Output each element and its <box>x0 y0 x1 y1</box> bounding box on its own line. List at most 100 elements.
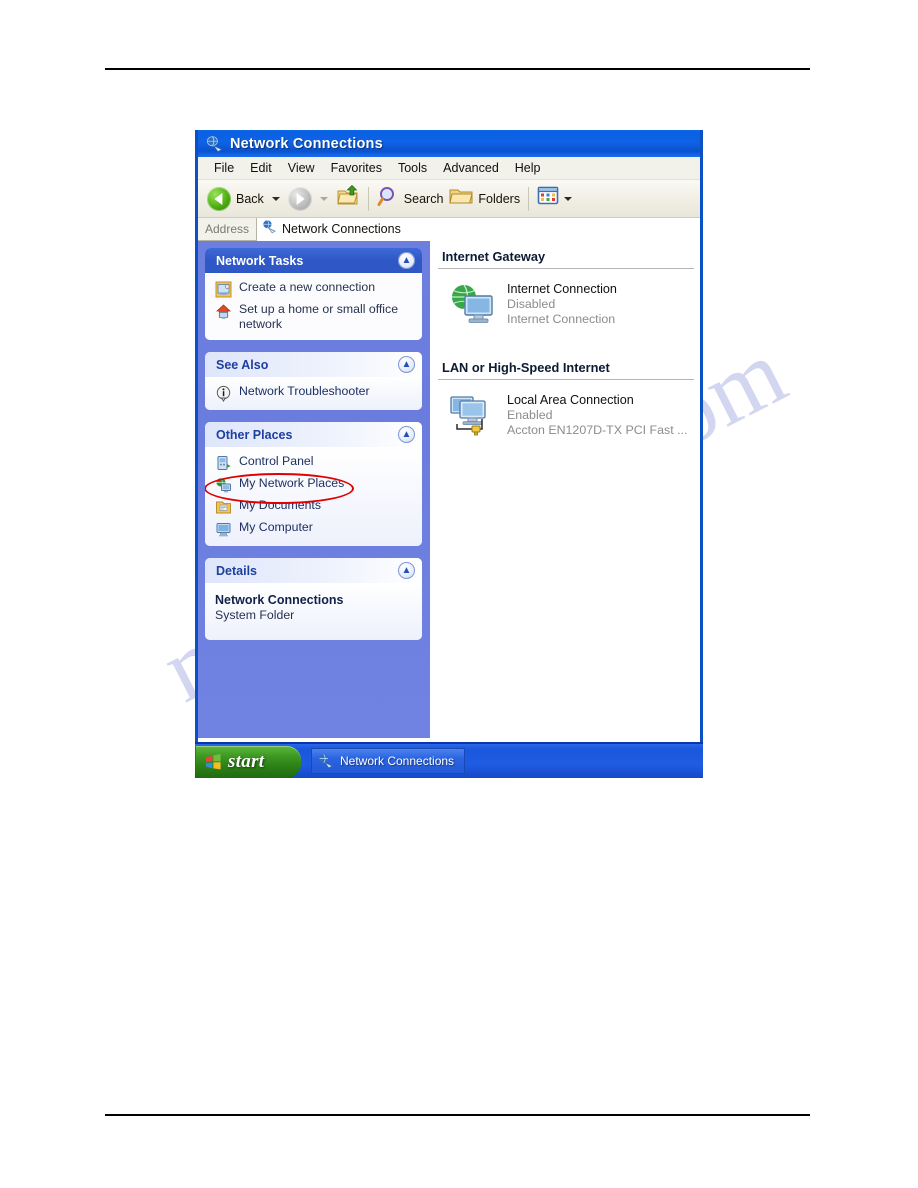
views-chevron-down-icon[interactable] <box>564 196 573 201</box>
sidebar-link-label: My Computer <box>239 520 313 534</box>
toolbar-separator-2 <box>528 186 530 211</box>
info-icon <box>215 385 232 402</box>
panel-see-also-header[interactable]: See Also ▲ <box>205 352 422 377</box>
connection-device: Internet Connection <box>507 312 616 326</box>
magnifier-icon <box>377 185 399 212</box>
panel-other-places: Other Places ▲ Control Panel My Network … <box>205 422 422 546</box>
panel-details: Details ▲ Network Connections System Fol… <box>205 558 422 640</box>
connection-name: Local Area Connection <box>507 393 634 407</box>
toolbar: Back Search Folders <box>198 180 700 218</box>
connection-status: Enabled <box>507 408 553 422</box>
network-connections-icon <box>206 135 224 153</box>
new-connection-icon <box>215 281 232 298</box>
up-one-level-button[interactable] <box>333 183 363 215</box>
forward-arrow-icon <box>287 186 312 211</box>
sidebar-link-network-troubleshooter[interactable]: Network Troubleshooter <box>215 384 414 402</box>
connection-name: Internet Connection <box>507 282 617 296</box>
connection-device: Accton EN1207D-TX PCI Fast ... <box>507 423 688 437</box>
windows-flag-icon <box>205 754 222 770</box>
my-documents-icon <box>215 499 232 516</box>
panel-network-tasks-body: Create a new connection Set up a home or… <box>205 273 422 340</box>
menu-item-help[interactable]: Help <box>507 160 549 176</box>
connection-item-local-area-connection[interactable]: Local Area Connection Enabled Accton EN1… <box>448 393 694 439</box>
forward-button[interactable] <box>285 183 315 215</box>
search-button[interactable]: Search <box>374 183 447 215</box>
back-button[interactable]: Back <box>204 183 267 215</box>
up-one-level-folder-icon <box>336 184 360 212</box>
sidebar-link-label: Control Panel <box>239 454 314 468</box>
back-arrow-icon <box>207 186 231 211</box>
panel-details-header[interactable]: Details ▲ <box>205 558 422 583</box>
menu-item-favorites[interactable]: Favorites <box>323 160 390 176</box>
views-button[interactable] <box>534 183 580 215</box>
panel-title: Network Tasks <box>216 253 304 268</box>
sidebar-link-label: Network Troubleshooter <box>239 384 370 398</box>
sidebar-link-my-documents[interactable]: My Documents <box>215 498 414 515</box>
menu-item-advanced[interactable]: Advanced <box>435 160 507 176</box>
sidebar-link-label: My Network Places <box>239 476 345 490</box>
section-internet-gateway: Internet Gateway Internet Connection Dis… <box>438 249 694 328</box>
forward-history-chevron-down-icon[interactable] <box>319 196 328 201</box>
taskbar-item-network-connections[interactable]: Network Connections <box>311 748 466 774</box>
chevron-up-icon[interactable]: ▲ <box>398 252 415 269</box>
connection-item-internet-connection[interactable]: Internet Connection Disabled Internet Co… <box>448 282 694 328</box>
panel-other-places-body: Control Panel My Network Places My Docum… <box>205 447 422 546</box>
lan-connection-icon <box>448 393 498 439</box>
home-network-icon <box>215 303 232 320</box>
internet-gateway-icon <box>448 282 498 328</box>
page-footer-rule <box>105 1114 810 1116</box>
panel-other-places-header[interactable]: Other Places ▲ <box>205 422 422 447</box>
back-history-chevron-down-icon[interactable] <box>271 196 280 201</box>
section-lan-high-speed-internet: LAN or High-Speed Internet Local Area Co… <box>438 360 694 439</box>
menu-item-view[interactable]: View <box>280 160 323 176</box>
views-icon <box>537 186 559 211</box>
menu-item-edit[interactable]: Edit <box>242 160 280 176</box>
menu-item-file[interactable]: File <box>206 160 242 176</box>
panel-title: Other Places <box>216 427 293 442</box>
network-connections-window: Network Connections File Edit View Favor… <box>195 130 703 742</box>
sidebar-link-setup-home-network[interactable]: Set up a home or small office network <box>215 302 414 331</box>
address-value: Network Connections <box>282 222 401 236</box>
sidebar-link-my-network-places[interactable]: My Network Places <box>215 476 414 493</box>
start-button[interactable]: start <box>196 746 301 778</box>
sidebar-link-label: Set up a home or small office network <box>239 302 399 331</box>
windows-taskbar: start Network Connections <box>195 742 703 778</box>
sidebar-link-control-panel[interactable]: Control Panel <box>215 454 414 471</box>
window-body: Network Tasks ▲ Create a new connection … <box>198 241 700 738</box>
window-titlebar: Network Connections <box>198 130 700 157</box>
chevron-up-icon[interactable]: ▲ <box>398 562 415 579</box>
sidebar-link-label: My Documents <box>239 498 322 512</box>
sidebar-link-my-computer[interactable]: My Computer <box>215 520 414 537</box>
my-network-places-icon <box>215 477 232 494</box>
panel-see-also: See Also ▲ Network Troubleshooter <box>205 352 422 410</box>
details-subtitle: System Folder <box>215 608 295 622</box>
taskbar-item-label: Network Connections <box>340 754 455 768</box>
section-heading: Internet Gateway <box>442 249 546 264</box>
panel-title: Details <box>216 563 257 578</box>
panel-network-tasks: Network Tasks ▲ Create a new connection … <box>205 248 422 340</box>
back-button-label: Back <box>236 191 264 206</box>
menu-item-tools[interactable]: Tools <box>390 160 435 176</box>
page-header-rule <box>105 68 810 70</box>
folders-button-label: Folders <box>478 191 521 206</box>
connections-list-pane[interactable]: Internet Gateway Internet Connection Dis… <box>430 241 700 738</box>
folders-button[interactable]: Folders <box>446 183 523 215</box>
address-input[interactable]: Network Connections <box>256 217 700 241</box>
address-bar: Address Network Connections <box>198 217 700 241</box>
panel-network-tasks-header[interactable]: Network Tasks ▲ <box>205 248 422 273</box>
chevron-up-icon[interactable]: ▲ <box>398 426 415 443</box>
task-pane-sidebar: Network Tasks ▲ Create a new connection … <box>198 241 430 738</box>
connection-status: Disabled <box>507 297 556 311</box>
network-connections-icon <box>318 753 334 769</box>
sidebar-link-create-new-connection[interactable]: Create a new connection <box>215 280 414 298</box>
sidebar-link-label: Create a new connection <box>239 280 376 294</box>
search-button-label: Search <box>403 191 444 206</box>
details-title: Network Connections <box>215 593 344 607</box>
section-heading: LAN or High-Speed Internet <box>442 360 610 375</box>
folder-icon <box>449 186 474 211</box>
panel-details-body: Network Connections System Folder <box>205 583 422 640</box>
start-button-label: start <box>228 751 265 772</box>
chevron-up-icon[interactable]: ▲ <box>398 356 415 373</box>
panel-see-also-body: Network Troubleshooter <box>205 377 422 410</box>
toolbar-separator-1 <box>367 186 369 211</box>
